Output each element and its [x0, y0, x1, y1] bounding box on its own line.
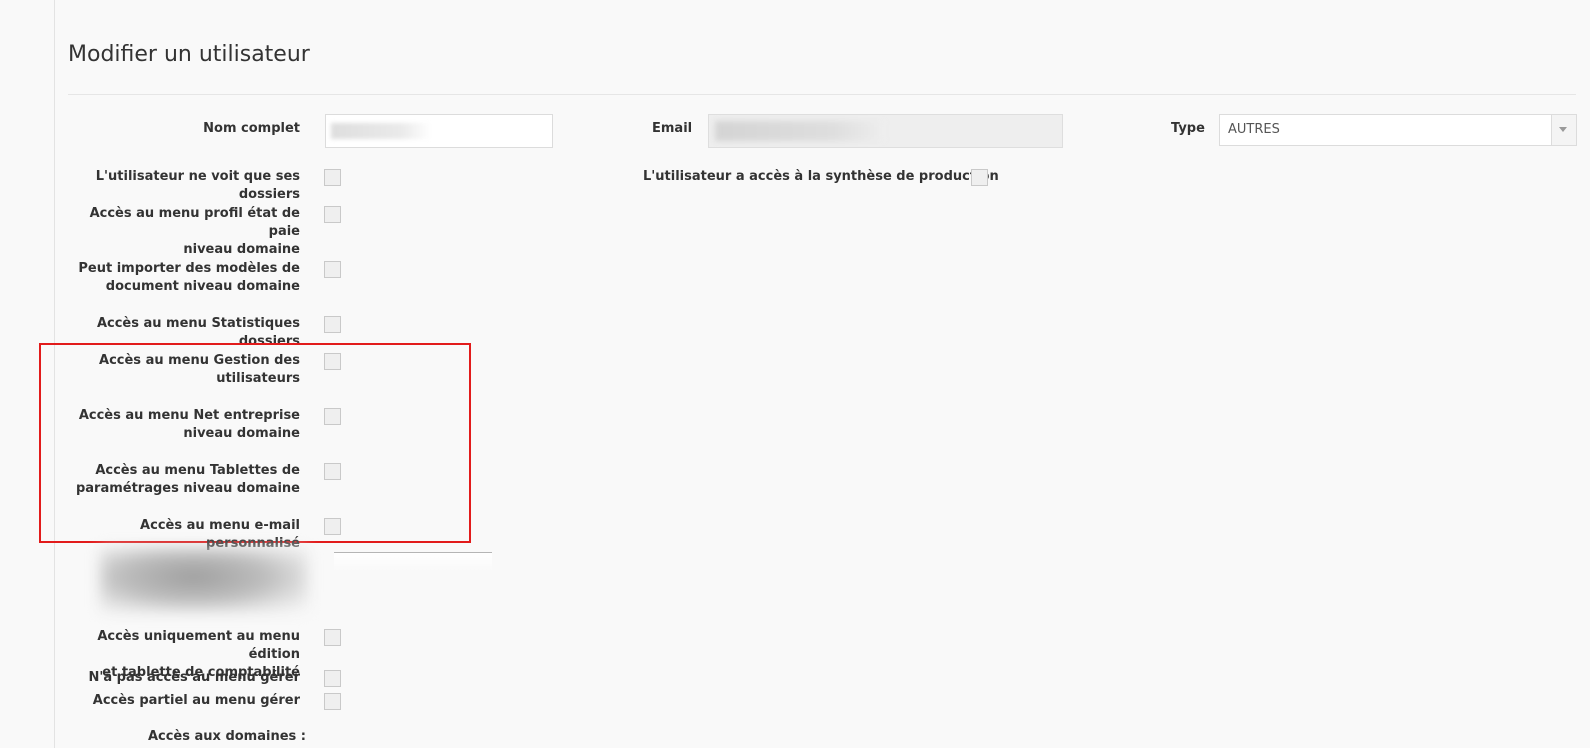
type-label: Type	[1171, 121, 1205, 136]
title-divider	[68, 94, 1576, 95]
permission-label-line: niveau domaine	[183, 242, 300, 257]
redacted-name	[331, 123, 431, 139]
net-entreprise-checkbox[interactable]	[324, 408, 341, 425]
redacted-block	[100, 548, 308, 612]
email-personnalise-checkbox[interactable]	[324, 518, 341, 535]
permission-label-line: Accès uniquement au menu édition	[97, 629, 300, 662]
permission-label-import-models: Peut importer des modèles de document ni…	[60, 260, 300, 296]
permission-label-line: L'utilisateur ne voit que ses dossiers	[95, 169, 300, 202]
paie-profile-checkbox[interactable]	[324, 206, 341, 223]
email-input[interactable]	[708, 114, 1063, 148]
permission-label-line: N'a pas accès au menu gérer	[88, 670, 300, 685]
permission-label-line: Accès au menu profil état de paie	[89, 206, 300, 239]
permission-label-user-management: Accès au menu Gestion des utilisateurs	[60, 352, 300, 388]
redacted-field-line	[334, 552, 492, 553]
tablettes-checkbox[interactable]	[324, 463, 341, 480]
permission-label-line: document niveau domaine	[105, 279, 300, 294]
permission-label-no-gerer: N'a pas accès au menu gérer	[60, 669, 300, 687]
name-label: Nom complet	[203, 121, 300, 136]
redacted-field-shade	[334, 553, 492, 571]
permission-label-line: Accès au menu Net entreprise	[78, 408, 300, 423]
redacted-email	[715, 121, 885, 141]
user-management-checkbox[interactable]	[324, 353, 341, 370]
email-label: Email	[652, 121, 693, 136]
type-select[interactable]: AUTRES	[1219, 114, 1577, 146]
permission-label-own-folders: L'utilisateur ne voit que ses dossiers	[60, 168, 300, 204]
permission-label-line: paramétrages niveau domaine	[75, 481, 300, 496]
permission-label-line: Accès partiel au menu gérer	[92, 693, 300, 708]
permission-label-line: Accès au menu Gestion des	[99, 353, 300, 368]
permission-label-line: utilisateurs	[216, 371, 300, 386]
permission-label-partial-gerer: Accès partiel au menu gérer	[60, 692, 300, 710]
permission-label-paie-profile: Accès au menu profil état de paie niveau…	[60, 205, 300, 259]
edition-compta-checkbox[interactable]	[324, 629, 341, 646]
chevron-down-icon	[1559, 127, 1567, 132]
page-title: Modifier un utilisateur	[68, 42, 310, 67]
no-gerer-checkbox[interactable]	[324, 670, 341, 687]
synthese-checkbox[interactable]	[971, 169, 988, 186]
permission-label-net-entreprise: Accès au menu Net entreprise niveau doma…	[60, 407, 300, 443]
type-select-toggle[interactable]	[1551, 115, 1576, 145]
type-select-value: AUTRES	[1228, 122, 1280, 137]
synthese-label: L'utilisateur a accès à la synthèse de p…	[643, 169, 999, 184]
partial-gerer-checkbox[interactable]	[324, 693, 341, 710]
full-name-input[interactable]	[325, 114, 553, 148]
permission-label-line: niveau domaine	[183, 426, 300, 441]
statistics-checkbox[interactable]	[324, 316, 341, 333]
own-folders-checkbox[interactable]	[324, 169, 341, 186]
domains-label: Accès aux domaines :	[147, 729, 306, 744]
permission-label-line: Accès au menu Tablettes de	[95, 463, 300, 478]
permission-label-line: Peut importer des modèles de	[78, 261, 300, 276]
permission-label-tablettes: Accès au menu Tablettes de paramétrages …	[60, 462, 300, 498]
import-models-checkbox[interactable]	[324, 261, 341, 278]
